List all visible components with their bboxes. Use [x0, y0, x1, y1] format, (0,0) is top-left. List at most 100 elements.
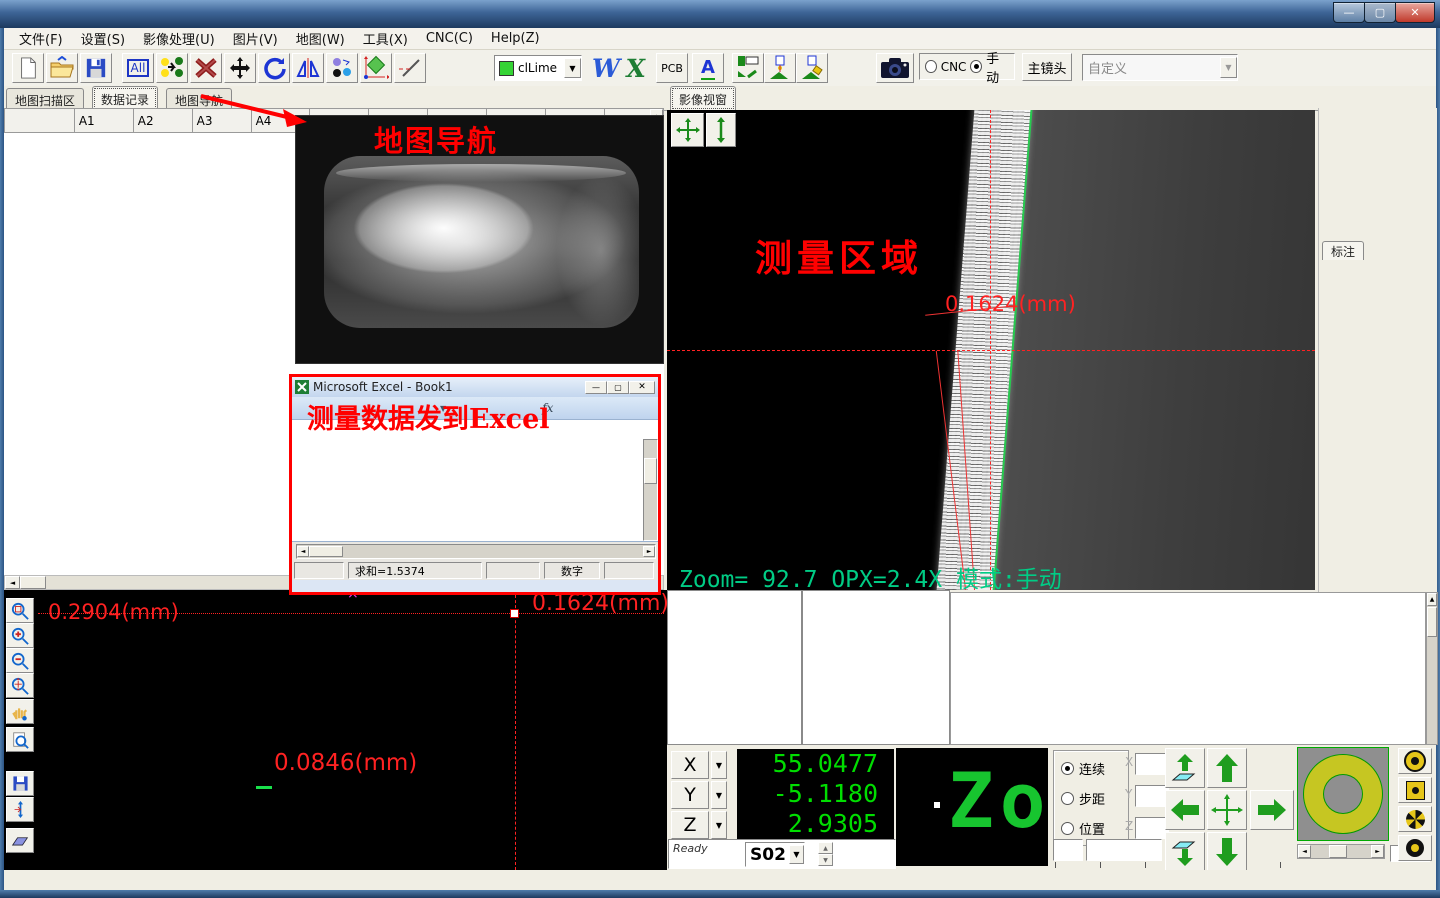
cad-plane-button[interactable]	[6, 828, 34, 853]
results-scroll-thumb[interactable]	[1427, 607, 1437, 637]
light-center-button[interactable]	[1398, 835, 1432, 861]
points-button[interactable]	[326, 53, 358, 83]
zoom-in-button[interactable]	[6, 623, 34, 648]
excel-v-thumb[interactable]	[644, 458, 657, 484]
map-tool-2-button[interactable]	[764, 53, 796, 83]
jog-up-button[interactable]	[1207, 748, 1247, 788]
axis-y-button[interactable]: Y	[671, 781, 709, 809]
light-ring-button[interactable]	[1398, 748, 1432, 774]
excel-close-button[interactable]: ✕	[629, 381, 655, 394]
pcb-button[interactable]: PCB	[656, 53, 688, 83]
spin-down-button[interactable]: ▼	[818, 854, 833, 866]
cad-move-button[interactable]	[6, 797, 34, 822]
jog-left-button[interactable]	[1165, 790, 1205, 830]
jog-continuous-radio[interactable]	[1061, 762, 1074, 775]
line-tool-button[interactable]	[394, 53, 426, 83]
word-export-button[interactable]: W	[592, 54, 620, 83]
joystick-display[interactable]	[1297, 747, 1389, 841]
preview-button[interactable]	[6, 727, 34, 752]
jog-step-radio[interactable]	[1061, 792, 1074, 805]
axis-y-arrow[interactable]: ▼	[711, 781, 727, 809]
move-button[interactable]	[224, 53, 256, 83]
color-select[interactable]: clLime ▼	[494, 55, 582, 81]
jog-right-button[interactable]	[1250, 790, 1294, 830]
crosshair-toggle-button[interactable]	[671, 113, 704, 147]
main-lens-button[interactable]: 主镜头	[1022, 53, 1072, 81]
vertical-line-button[interactable]	[706, 113, 736, 147]
jog-down-button[interactable]	[1207, 832, 1247, 872]
nav-tool-button[interactable]: A	[692, 53, 724, 83]
menu-item[interactable]: 工具(X)	[354, 27, 417, 50]
excel-minimize-button[interactable]: —	[585, 381, 607, 394]
manual-radio[interactable]	[970, 60, 982, 73]
minimize-button[interactable]: —	[1333, 2, 1365, 23]
axis-x-button[interactable]: X	[671, 751, 709, 779]
annotate-tab[interactable]: 标注	[1322, 241, 1364, 260]
cnc-radio[interactable]	[925, 60, 937, 73]
light-square-button[interactable]	[1398, 777, 1432, 803]
map-tool-3-button[interactable]	[796, 53, 828, 83]
excel-scroll-right[interactable]: ►	[643, 546, 655, 557]
joystick-scroll-right[interactable]: ►	[1371, 845, 1384, 858]
menu-item[interactable]: 地图(W)	[287, 27, 354, 50]
jog-position-radio[interactable]	[1061, 822, 1074, 835]
menu-item[interactable]: CNC(C)	[417, 29, 482, 48]
cad-handle[interactable]	[510, 609, 519, 618]
color-select-arrow[interactable]: ▼	[564, 58, 581, 78]
excel-h-scrollbar[interactable]: ◄ ►	[296, 544, 656, 559]
spin-up-button[interactable]: ▲	[818, 842, 833, 854]
jog-z-up-button[interactable]	[1165, 748, 1205, 788]
close-button[interactable]: ✕	[1395, 2, 1435, 23]
map-tool-1-button[interactable]	[732, 53, 764, 83]
axis-z-button[interactable]: Z	[671, 811, 709, 839]
jog-y-input[interactable]	[1135, 785, 1169, 807]
results-v-scrollbar[interactable]: ▲	[1426, 592, 1438, 745]
axis-z-arrow[interactable]: ▼	[711, 811, 727, 839]
zoom-out-button[interactable]	[6, 648, 34, 673]
excel-window[interactable]: Microsoft Excel - Book1 — ▢ ✕ ▼ fx ◄ ► 求…	[289, 374, 661, 595]
rotate-button[interactable]	[258, 53, 290, 83]
results-scroll-up[interactable]: ▲	[1427, 593, 1437, 606]
menu-item[interactable]: Help(Z)	[482, 29, 549, 48]
jog-value-input-2[interactable]	[1086, 839, 1162, 861]
speed-select-arrow[interactable]: ▼	[789, 845, 804, 864]
mirror-button[interactable]	[292, 53, 324, 83]
zoom-fit-button[interactable]	[6, 598, 34, 623]
scroll-left-button[interactable]: ◄	[5, 576, 20, 589]
excel-export-button[interactable]: X	[624, 54, 647, 83]
joystick-scroll-thumb[interactable]	[1329, 845, 1347, 858]
menu-item[interactable]: 影像处理(U)	[134, 27, 224, 50]
delete-button[interactable]	[190, 53, 222, 83]
joystick-scroll-left[interactable]: ◄	[1298, 845, 1311, 858]
speed-select[interactable]: S02 ▼	[745, 842, 805, 867]
jog-value-input-1[interactable]	[1053, 839, 1083, 861]
capture-button[interactable]	[876, 53, 914, 83]
excel-v-scrollbar[interactable]	[643, 439, 658, 541]
excel-maximize-button[interactable]: ▢	[607, 381, 629, 394]
new-file-button[interactable]	[12, 53, 44, 83]
cad-save-button[interactable]	[6, 771, 34, 796]
title-bar[interactable]	[0, 0, 1440, 28]
light-segment-button[interactable]	[1398, 806, 1432, 832]
jog-z-input[interactable]	[1135, 817, 1169, 839]
zoom-region-button[interactable]	[6, 673, 34, 698]
save-button[interactable]	[80, 53, 112, 83]
speed-spinner[interactable]: ▲ ▼	[818, 842, 833, 866]
camera-view-tab[interactable]: 影像视窗	[670, 86, 736, 111]
jog-x-input[interactable]	[1135, 753, 1169, 775]
menu-item[interactable]: 文件(F)	[10, 27, 72, 50]
maximize-button[interactable]: ▢	[1364, 2, 1396, 23]
jog-center-button[interactable]	[1207, 790, 1247, 830]
axis-x-arrow[interactable]: ▼	[711, 751, 727, 779]
pan-button[interactable]	[6, 699, 34, 724]
joystick-h-scrollbar[interactable]: ◄ ►	[1297, 844, 1385, 859]
region-button[interactable]	[360, 53, 392, 83]
open-file-button[interactable]	[46, 53, 78, 83]
jog-z-down-button[interactable]	[1165, 832, 1205, 872]
menu-item[interactable]: 设置(S)	[72, 27, 134, 50]
excel-scroll-left[interactable]: ◄	[297, 546, 309, 557]
scroll-thumb[interactable]	[20, 576, 46, 589]
excel-title-bar[interactable]: Microsoft Excel - Book1 — ▢ ✕	[292, 377, 658, 397]
custom-select[interactable]: 自定义 ▼	[1082, 54, 1238, 81]
menu-item[interactable]: 图片(V)	[224, 27, 287, 50]
